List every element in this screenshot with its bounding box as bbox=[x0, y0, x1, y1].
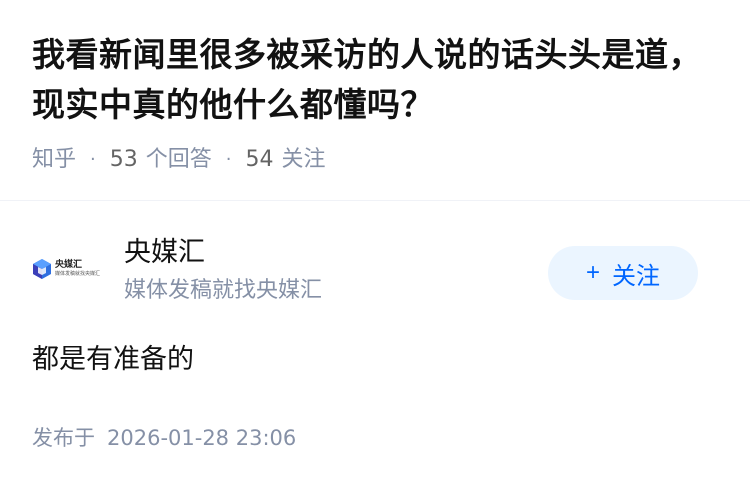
separator-dot: · bbox=[225, 149, 232, 170]
separator-dot: · bbox=[90, 149, 96, 170]
publish-time: 2026-01-28 23:06 bbox=[107, 426, 297, 450]
follow-label: 关注 bbox=[612, 262, 660, 290]
avatar[interactable]: 央媒汇 媒体发稿就找央媒汇 bbox=[32, 254, 100, 284]
question-meta: 知乎 · 53 个回答 · 54 关注 bbox=[32, 143, 326, 177]
answer-page: 我看新闻里很多被采访的人说的话头头是道，现实中真的他什么都懂吗？ 知乎 · 53… bbox=[0, 0, 750, 490]
follow-button[interactable]: + 关注 bbox=[548, 246, 698, 300]
question-title[interactable]: 我看新闻里很多被采访的人说的话头头是道，现实中真的他什么都懂吗？ bbox=[32, 30, 722, 130]
followers-count: 54 bbox=[245, 147, 274, 172]
logo-icon bbox=[32, 258, 52, 280]
answer-content[interactable]: 都是有准备的 bbox=[32, 340, 194, 380]
author-row: 央媒汇 媒体发稿就找央媒汇 央媒汇 媒体发稿就找央媒汇 + 关注 bbox=[32, 232, 698, 312]
avatar-sub-text: 媒体发稿就找央媒汇 bbox=[55, 271, 101, 277]
answers-count[interactable]: 53 bbox=[110, 143, 138, 177]
avatar-main-text: 央媒汇 bbox=[55, 260, 83, 270]
publish-info: 发布于 2026-01-28 23:06 bbox=[32, 421, 296, 455]
publish-label: 发布于 bbox=[32, 426, 95, 450]
author-name[interactable]: 央媒汇 bbox=[124, 234, 205, 272]
answers-label[interactable]: 个回答 bbox=[146, 143, 212, 177]
followers-label: 关注 bbox=[281, 147, 326, 172]
divider bbox=[0, 200, 750, 201]
author-bio: 媒体发稿就找央媒汇 bbox=[124, 278, 323, 303]
source-label[interactable]: 知乎 bbox=[32, 143, 76, 177]
avatar-text: 央媒汇 媒体发稿就找央媒汇 bbox=[55, 260, 100, 278]
plus-icon: + bbox=[585, 259, 600, 286]
